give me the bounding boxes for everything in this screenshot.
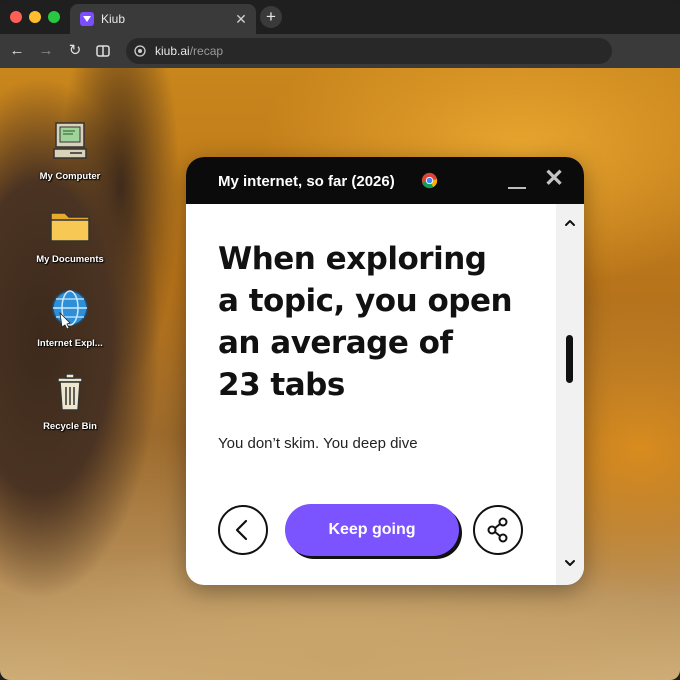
share-icon [487,517,508,543]
headline-line: an average of [218,325,453,361]
recap-dialog: My internet, so far (2026) ✕ When explor… [186,157,584,585]
close-dialog-button[interactable]: ✕ [543,167,565,191]
scrollbar-thumb[interactable] [566,335,573,383]
url-text: kiub.ai/recap [155,44,223,58]
dialog-title: My internet, so far (2026) [218,173,395,190]
computer-icon [53,122,87,159]
internet-explorer-icon [52,290,88,330]
headline-line: When exploring [218,241,487,277]
desktop-icon-my-documents[interactable]: My Documents [30,203,110,265]
previous-button[interactable] [218,505,268,555]
desktop-icon-label: My Documents [36,254,104,265]
chevron-left-icon [235,519,248,541]
new-tab-button[interactable]: + [260,6,282,28]
browser-tab-kiub[interactable]: Kiub ✕ [70,4,256,34]
site-info-icon[interactable] [134,45,146,57]
dialog-header: My internet, so far (2026) ✕ [186,157,584,204]
url-domain: kiub.ai [155,44,190,58]
desktop-icon-my-computer[interactable]: My Computer [30,120,110,182]
desktop-icon-recycle-bin[interactable]: Recycle Bin [30,370,110,432]
browser-toolbar: ← → ↻ kiub.ai/recap [0,34,680,68]
dialog-scrollbar[interactable] [556,204,584,585]
desktop-icon-label: Recycle Bin [43,421,97,432]
keep-going-button[interactable]: Keep going [285,504,459,556]
recap-subtitle: You don’t skim. You deep dive [218,435,418,452]
headline-line: a topic, you open [218,283,513,319]
tab-close-icon[interactable]: ✕ [232,10,250,28]
chevron-down-icon[interactable] [563,556,577,570]
close-window-button[interactable] [10,11,22,23]
folder-icon [50,212,90,242]
minimize-window-button[interactable] [29,11,41,23]
dialog-body: When exploring a topic, you open an aver… [186,204,556,585]
kiub-logo-icon [80,12,94,26]
url-path: /recap [189,44,224,58]
recycle-bin-icon [57,373,83,411]
zoom-window-button[interactable] [48,11,60,23]
split-view-icon [96,45,110,57]
address-bar[interactable]: kiub.ai/recap [126,38,612,64]
desktop-icon-label: Internet Expl... [37,338,103,349]
title-bar: Kiub ✕ + [0,0,680,34]
recap-headline: When exploring a topic, you open an aver… [218,238,538,406]
desktop-icon-label: My Computer [39,171,101,182]
minimize-dialog-button[interactable] [508,173,526,189]
share-button[interactable] [473,505,523,555]
tab-title: Kiub [101,12,126,26]
split-view-button[interactable] [92,40,114,62]
chrome-logo-icon [421,172,438,189]
forward-button[interactable]: → [35,40,57,62]
back-button[interactable]: ← [6,40,28,62]
chevron-up-icon[interactable] [563,216,577,230]
headline-line: 23 tabs [218,367,345,403]
reload-button[interactable]: ↻ [64,40,86,62]
desktop-icon-internet-explorer[interactable]: Internet Expl... [30,287,110,349]
browser-window: Kiub ✕ + ← → ↻ kiub.ai/recap My Computer… [0,0,680,680]
